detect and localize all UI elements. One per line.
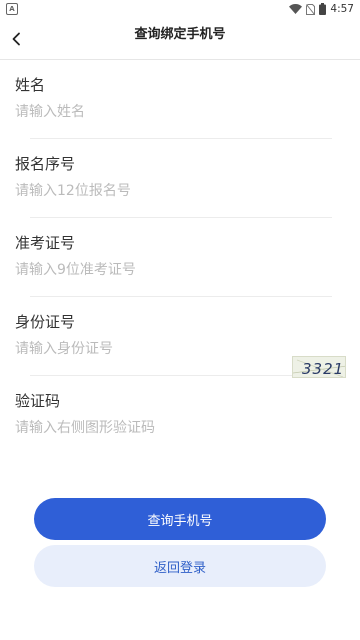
no-sim-icon xyxy=(306,3,316,15)
captcha-input[interactable] xyxy=(15,416,285,440)
top-navigation-bar: 查询绑定手机号 xyxy=(0,18,360,60)
captcha-field-row: 验证码 xyxy=(0,376,360,455)
query-phone-button[interactable]: 查询手机号 xyxy=(34,498,326,540)
name-input[interactable] xyxy=(15,100,315,124)
status-bar: A 4:57 xyxy=(0,0,360,18)
captcha-image[interactable]: 3321 xyxy=(292,356,346,378)
admission-ticket-field-row: 准考证号 xyxy=(0,218,360,297)
id-number-input[interactable] xyxy=(15,337,315,361)
captcha-label: 验证码 xyxy=(15,392,61,410)
binding-query-form: 姓名 报名序号 准考证号 身份证号 验证码 xyxy=(0,60,360,455)
name-label: 姓名 xyxy=(15,76,46,94)
registration-number-label: 报名序号 xyxy=(15,155,76,173)
wifi-icon xyxy=(289,4,303,14)
battery-icon xyxy=(319,3,327,15)
id-number-label: 身份证号 xyxy=(15,313,76,331)
captcha-text: 3321 xyxy=(302,360,344,378)
clock: 4:57 xyxy=(330,3,354,15)
back-to-login-button[interactable]: 返回登录 xyxy=(34,545,326,587)
page-title: 查询绑定手机号 xyxy=(134,27,226,42)
registration-number-field-row: 报名序号 xyxy=(0,139,360,218)
admission-ticket-input[interactable] xyxy=(15,258,315,282)
app-notification-icon: A xyxy=(6,3,18,15)
name-field-row: 姓名 xyxy=(0,60,360,139)
registration-number-input[interactable] xyxy=(15,179,315,203)
admission-ticket-label: 准考证号 xyxy=(15,234,76,252)
